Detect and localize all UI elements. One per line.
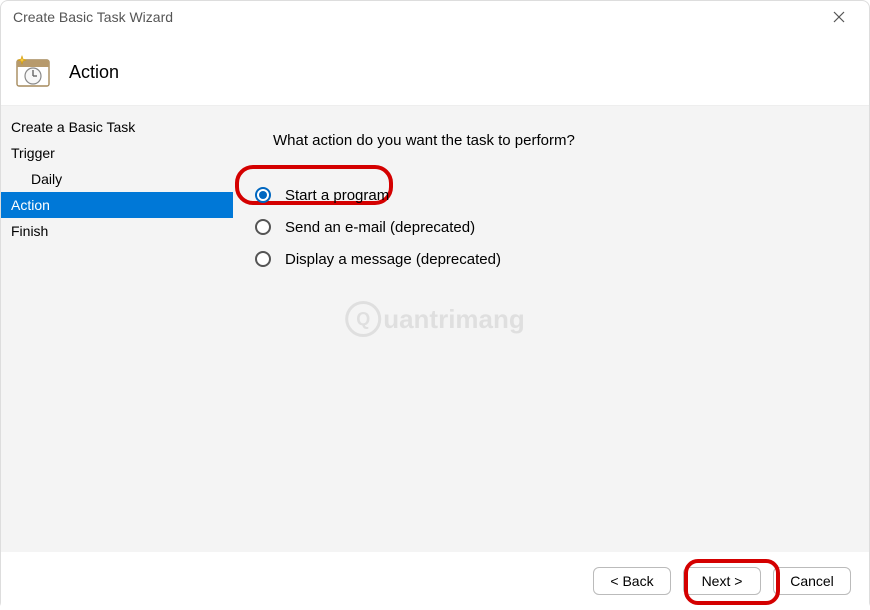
radio-display-message[interactable]: Display a message (deprecated) — [255, 243, 845, 275]
wizard-content: What action do you want the task to perf… — [233, 106, 869, 552]
step-finish[interactable]: Finish — [1, 218, 233, 244]
close-button[interactable] — [821, 1, 857, 33]
wizard-window: Create Basic Task Wizard Action — [0, 0, 870, 610]
radio-icon — [255, 187, 271, 203]
wizard-steps-sidebar: Create a Basic Task Trigger Daily Action… — [1, 106, 233, 552]
radio-icon — [255, 219, 271, 235]
radio-icon — [255, 251, 271, 267]
action-prompt: What action do you want the task to perf… — [273, 132, 845, 149]
radio-send-email[interactable]: Send an e-mail (deprecated) — [255, 211, 845, 243]
radio-start-program[interactable]: Start a program — [255, 179, 845, 211]
wizard-header: Action — [1, 33, 869, 105]
step-label: Trigger — [11, 145, 55, 161]
wizard-body: Create a Basic Task Trigger Daily Action… — [1, 105, 869, 552]
step-daily[interactable]: Daily — [1, 166, 233, 192]
action-options: Start a program Send an e-mail (deprecat… — [255, 179, 845, 275]
task-scheduler-icon — [15, 54, 51, 90]
radio-label: Start a program — [285, 187, 389, 204]
back-button[interactable]: < Back — [593, 567, 671, 595]
step-label: Create a Basic Task — [11, 119, 135, 135]
step-label: Finish — [11, 223, 48, 239]
titlebar: Create Basic Task Wizard — [1, 1, 869, 33]
step-trigger[interactable]: Trigger — [1, 140, 233, 166]
step-label: Action — [11, 197, 50, 213]
cancel-button[interactable]: Cancel — [773, 567, 851, 595]
button-label: Next > — [702, 573, 743, 589]
step-create-basic-task[interactable]: Create a Basic Task — [1, 114, 233, 140]
step-label: Daily — [31, 171, 62, 187]
button-label: Cancel — [790, 573, 834, 589]
radio-label: Send an e-mail (deprecated) — [285, 219, 475, 236]
step-action[interactable]: Action — [1, 192, 233, 218]
next-button[interactable]: Next > — [683, 567, 761, 595]
wizard-footer: < Back Next > Cancel — [1, 552, 869, 610]
window-title: Create Basic Task Wizard — [13, 9, 821, 25]
close-icon — [833, 11, 845, 23]
page-title: Action — [69, 62, 119, 83]
button-label: < Back — [610, 573, 653, 589]
radio-label: Display a message (deprecated) — [285, 251, 501, 268]
